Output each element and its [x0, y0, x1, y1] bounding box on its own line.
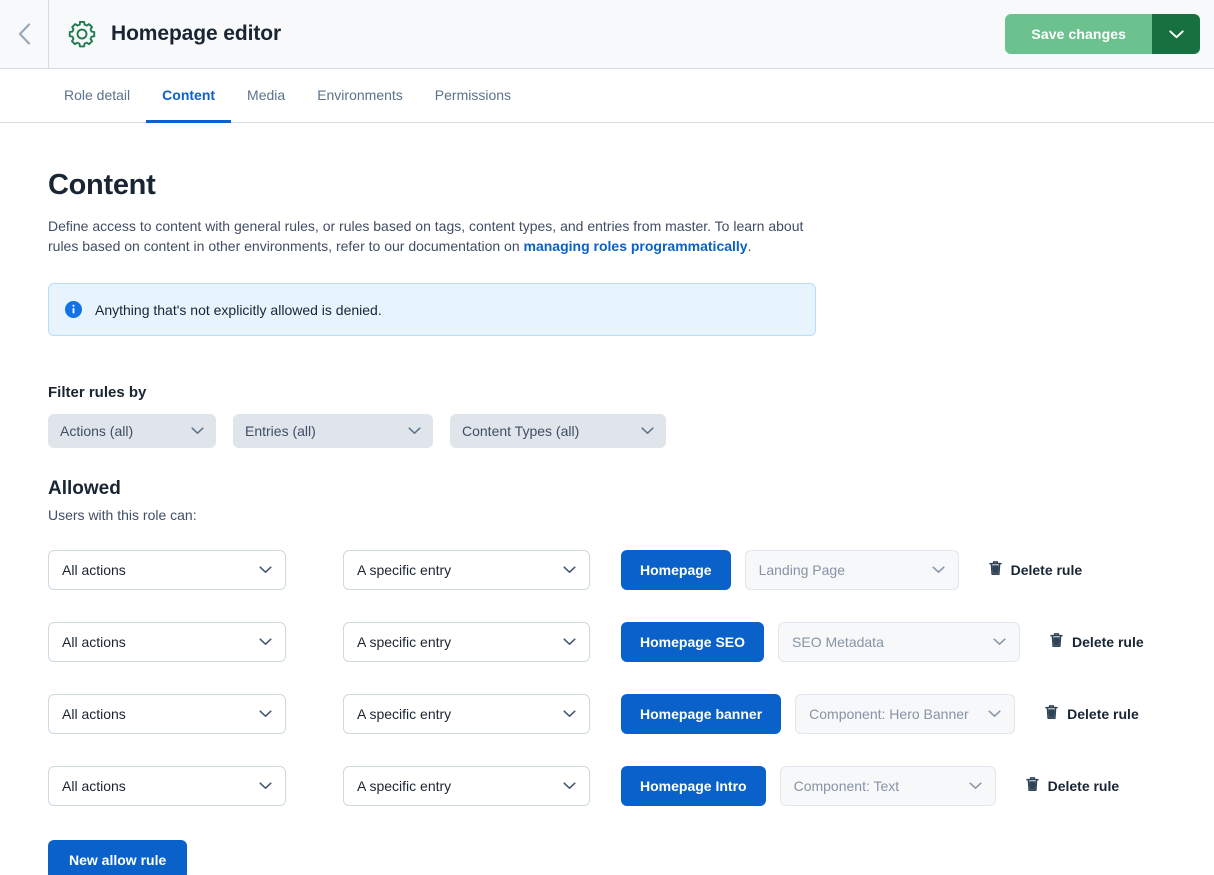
chevron-down-icon [191, 427, 204, 435]
allowed-section-subtitle: Users with this role can: [48, 507, 1166, 523]
rule-action-label: All actions [62, 634, 249, 650]
rule-entity-select[interactable]: Component: Text [780, 766, 996, 806]
managing-roles-link[interactable]: managing roles programmatically [524, 238, 748, 254]
app-title-group: Homepage editor [49, 19, 281, 49]
rule-entry-button[interactable]: Homepage Intro [621, 766, 766, 806]
description-text-2: . [748, 238, 752, 254]
chevron-down-icon [259, 710, 272, 718]
chevron-down-icon [408, 427, 421, 435]
gear-icon [67, 19, 97, 49]
filter-entries-label: Entries (all) [245, 423, 394, 439]
delete-rule-label: Delete rule [1048, 778, 1120, 794]
info-circle-icon [65, 301, 82, 318]
chevron-down-icon [641, 427, 654, 435]
save-options-button[interactable] [1152, 14, 1200, 54]
delete-rule-label: Delete rule [1072, 634, 1144, 650]
chevron-down-icon [1169, 27, 1184, 42]
tab-bar: Role detail Content Media Environments P… [0, 69, 1214, 123]
filter-row: Actions (all) Entries (all) Content Type… [48, 414, 1166, 448]
table-row: All actions A specific entry Homepage SE… [48, 620, 1166, 664]
chevron-down-icon [932, 566, 945, 574]
section-description: Define access to content with general ru… [48, 216, 818, 256]
chevron-down-icon [993, 638, 1006, 646]
chevron-down-icon [259, 782, 272, 790]
delete-rule-button[interactable]: Delete rule [989, 560, 1083, 581]
rule-scope-label: A specific entry [357, 562, 553, 578]
rule-entity-label: SEO Metadata [792, 634, 983, 650]
filter-actions-label: Actions (all) [60, 423, 177, 439]
table-row: All actions A specific entry Homepage La… [48, 548, 1166, 592]
rule-action-select[interactable]: All actions [48, 622, 286, 662]
rule-action-label: All actions [62, 562, 249, 578]
rule-entity-label: Landing Page [759, 562, 922, 578]
trash-icon [1045, 704, 1058, 725]
filter-content-types-label: Content Types (all) [462, 423, 627, 439]
info-banner-text: Anything that's not explicitly allowed i… [95, 302, 382, 318]
chevron-down-icon [988, 710, 1001, 718]
rule-entity-label: Component: Text [794, 778, 959, 794]
rule-scope-label: A specific entry [357, 634, 553, 650]
tab-environments[interactable]: Environments [301, 87, 419, 123]
trash-icon [989, 560, 1002, 581]
rule-scope-label: A specific entry [357, 778, 553, 794]
trash-icon [1026, 776, 1039, 797]
filter-content-types-select[interactable]: Content Types (all) [450, 414, 666, 448]
rule-scope-label: A specific entry [357, 706, 553, 722]
tab-role-detail[interactable]: Role detail [48, 87, 146, 123]
save-button-group: Save changes [1005, 14, 1200, 54]
new-allow-rule-button[interactable]: New allow rule [48, 840, 187, 875]
save-changes-button[interactable]: Save changes [1005, 14, 1152, 54]
chevron-down-icon [563, 566, 576, 574]
info-banner: Anything that's not explicitly allowed i… [48, 283, 816, 336]
delete-rule-button[interactable]: Delete rule [1050, 632, 1144, 653]
rule-entity-select[interactable]: SEO Metadata [778, 622, 1020, 662]
rule-action-label: All actions [62, 706, 249, 722]
header-actions: Save changes [1005, 14, 1214, 54]
delete-rule-label: Delete rule [1067, 706, 1139, 722]
app-window: Homepage editor Save changes Role detail… [0, 0, 1214, 875]
rule-entity-select[interactable]: Landing Page [745, 550, 959, 590]
tab-media[interactable]: Media [231, 87, 301, 123]
table-row: All actions A specific entry Homepage In… [48, 764, 1166, 808]
rule-action-label: All actions [62, 778, 249, 794]
page-title: Homepage editor [111, 22, 281, 46]
trash-icon [1050, 632, 1063, 653]
rule-entry-button[interactable]: Homepage [621, 550, 731, 590]
filter-entries-select[interactable]: Entries (all) [233, 414, 433, 448]
allowed-section-title: Allowed [48, 478, 1166, 500]
rule-entry-button[interactable]: Homepage SEO [621, 622, 764, 662]
delete-rule-button[interactable]: Delete rule [1045, 704, 1139, 725]
main-content: Content Define access to content with ge… [0, 123, 1214, 875]
allow-rules-list: All actions A specific entry Homepage La… [48, 548, 1166, 808]
delete-rule-button[interactable]: Delete rule [1026, 776, 1120, 797]
rule-scope-select[interactable]: A specific entry [343, 766, 590, 806]
rule-entry-button[interactable]: Homepage banner [621, 694, 781, 734]
tab-permissions[interactable]: Permissions [419, 87, 527, 123]
chevron-down-icon [259, 566, 272, 574]
chevron-down-icon [259, 638, 272, 646]
chevron-down-icon [563, 782, 576, 790]
rule-action-select[interactable]: All actions [48, 694, 286, 734]
chevron-down-icon [969, 782, 982, 790]
rule-scope-select[interactable]: A specific entry [343, 550, 590, 590]
chevron-left-icon [18, 23, 31, 45]
tab-content[interactable]: Content [146, 87, 231, 123]
rule-entity-label: Component: Hero Banner [809, 706, 978, 722]
rule-entity-select[interactable]: Component: Hero Banner [795, 694, 1015, 734]
chevron-down-icon [563, 710, 576, 718]
table-row: All actions A specific entry Homepage ba… [48, 692, 1166, 736]
rule-action-select[interactable]: All actions [48, 550, 286, 590]
top-header-bar: Homepage editor Save changes [0, 0, 1214, 69]
back-button[interactable] [0, 0, 49, 68]
section-title: Content [48, 169, 1166, 202]
filter-rules-label: Filter rules by [48, 384, 1166, 401]
rule-scope-select[interactable]: A specific entry [343, 694, 590, 734]
filter-actions-select[interactable]: Actions (all) [48, 414, 216, 448]
rule-scope-select[interactable]: A specific entry [343, 622, 590, 662]
rule-action-select[interactable]: All actions [48, 766, 286, 806]
chevron-down-icon [563, 638, 576, 646]
delete-rule-label: Delete rule [1011, 562, 1083, 578]
